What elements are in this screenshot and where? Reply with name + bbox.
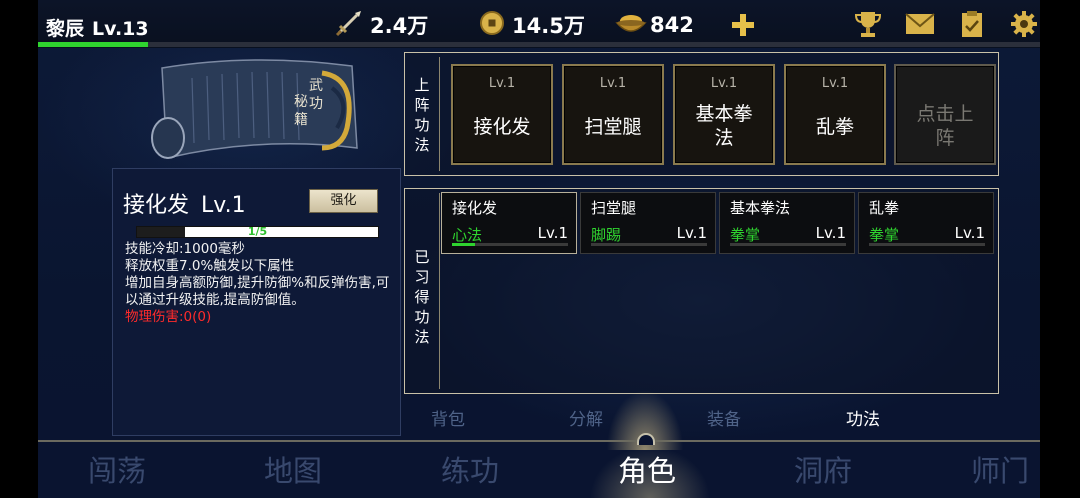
nav-character[interactable]: 角色	[618, 448, 676, 490]
learned-skill-card[interactable]: 乱拳 拳掌 Lv.1	[858, 192, 994, 254]
skill-progress-bar: 1/5	[136, 225, 379, 238]
skill-desc-line: 增加自身高额防御,提升防御%和反弹伤害,可以通过升级技能,提高防御值。	[125, 275, 390, 308]
player-level: Lv.13	[92, 18, 149, 40]
coins: 14.5万	[478, 10, 585, 40]
learned-section-label: 已习得功法	[414, 248, 430, 346]
learned-skill-card[interactable]: 扫堂腿 脚踢 Lv.1	[580, 192, 716, 254]
subtab-dismantle[interactable]: 分解	[569, 405, 603, 430]
exp-bar-fill	[38, 42, 149, 47]
coins-value: 14.5万	[512, 14, 585, 38]
skill-description: 技能冷却:1000毫秒 释放权重7.0%触发以下属性 增加自身高额防御,提升防御…	[125, 241, 395, 326]
attack-value: 2.4万	[370, 14, 429, 38]
skill-damage: 物理伤害:0(0)	[125, 309, 212, 325]
nav-cave[interactable]: 洞府	[794, 448, 852, 490]
skill-detail-name: 接化发	[123, 193, 190, 218]
attack-power: 2.4万	[334, 10, 428, 40]
learned-skill-name: 基本拳法	[730, 199, 791, 217]
nav-divider	[38, 440, 1040, 442]
slot-name: 扫堂腿	[584, 116, 642, 138]
slot-level: Lv.1	[710, 76, 738, 91]
learned-skill-type: 脚踢	[591, 226, 622, 244]
ingot-bowl-icon	[614, 9, 648, 41]
skill-detail-title: 接化发 Lv.1	[123, 187, 246, 219]
upgrade-button[interactable]: 强化	[309, 189, 378, 213]
equipped-section-label: 上阵功法	[414, 76, 430, 154]
learned-skill-type: 拳掌	[869, 226, 900, 244]
learned-skill-progress	[730, 243, 846, 246]
equipped-slot-1[interactable]: Lv.1 接化发	[451, 64, 553, 165]
learned-skill-type: 拳掌	[730, 226, 761, 244]
ingots: 842	[614, 10, 694, 40]
learned-skill-level: Lv.1	[537, 224, 568, 242]
scroll-title-3: 秘	[294, 94, 308, 110]
scroll-title-1: 武	[309, 78, 323, 94]
slot-level: Lv.1	[599, 76, 627, 91]
learned-skills-panel: 已习得功法 接化发 心法 Lv.1 扫堂腿 脚踢 Lv.1 基本拳法 拳掌 Lv…	[404, 188, 999, 394]
skill-progress-text: 1/5	[247, 225, 268, 238]
nav-training[interactable]: 练功	[441, 448, 499, 490]
nav-sect[interactable]: 师门	[971, 448, 1029, 490]
learned-skill-name: 扫堂腿	[591, 199, 637, 217]
skill-desc-line: 技能冷却:1000毫秒	[125, 241, 245, 257]
skill-desc-line: 释放权重7.0%触发以下属性	[125, 258, 295, 274]
nav-adventure[interactable]: 闯荡	[88, 448, 146, 490]
equipped-slot-3[interactable]: Lv.1 基本拳法	[673, 64, 775, 165]
player-info[interactable]: 黎辰 Lv.13	[46, 14, 149, 41]
right-letterbox	[1040, 0, 1080, 498]
exp-bar	[38, 42, 1040, 47]
nav-active-marker	[637, 433, 655, 445]
martial-scroll-art: 武 功 秘 籍	[142, 48, 378, 168]
scroll-title-2: 功	[309, 96, 323, 112]
coin-icon	[478, 9, 506, 41]
learned-skill-card[interactable]: 接化发 心法 Lv.1	[441, 192, 577, 254]
top-bar: 黎辰 Lv.13 2.4万 14.5万 842	[38, 0, 1040, 48]
subtab-skills[interactable]: 功法	[846, 405, 880, 430]
divider	[439, 193, 440, 389]
learned-skill-progress-fill	[452, 243, 476, 246]
slot-name: 基本拳法	[695, 103, 753, 149]
plus-icon[interactable]	[730, 12, 756, 42]
gear-icon[interactable]	[1008, 10, 1040, 38]
scroll-title-4: 籍	[294, 111, 308, 128]
subtab-equipment[interactable]: 装备	[707, 405, 741, 430]
mail-icon[interactable]	[904, 10, 936, 38]
equipped-slot-2[interactable]: Lv.1 扫堂腿	[562, 64, 664, 165]
player-name: 黎辰	[46, 18, 85, 40]
ingots-value: 842	[650, 13, 694, 37]
learned-skill-level: Lv.1	[815, 224, 846, 242]
learned-skill-level: Lv.1	[954, 224, 985, 242]
slot-name: 接化发	[473, 116, 531, 138]
learned-skill-name: 接化发	[452, 199, 498, 217]
nav-map[interactable]: 地图	[264, 448, 322, 490]
learned-skill-name: 乱拳	[869, 199, 900, 217]
equipped-slot-4[interactable]: Lv.1 乱拳	[784, 64, 886, 165]
equipped-slot-empty[interactable]: 点击上阵	[894, 64, 996, 165]
divider	[439, 57, 440, 171]
learned-skill-progress	[452, 243, 568, 246]
equipped-skills-panel: 上阵功法 Lv.1 接化发 Lv.1 扫堂腿 Lv.1 基本拳法 Lv.1 乱拳…	[404, 52, 999, 176]
trophy-icon[interactable]	[852, 10, 884, 38]
learned-skill-level: Lv.1	[676, 224, 707, 242]
subtab-bag[interactable]: 背包	[431, 405, 465, 430]
slot-name: 乱拳	[815, 116, 854, 138]
skill-detail-panel: 接化发 Lv.1 强化 1/5 技能冷却:1000毫秒 释放权重7.0%触发以下属…	[112, 168, 401, 436]
top-menu-icons	[852, 10, 1040, 38]
sword-icon	[334, 8, 364, 42]
skill-detail-level: Lv.1	[201, 193, 246, 218]
learned-skill-card[interactable]: 基本拳法 拳掌 Lv.1	[719, 192, 855, 254]
left-letterbox	[0, 0, 38, 498]
slot-level: Lv.1	[488, 76, 516, 91]
clipboard-icon[interactable]	[956, 10, 988, 38]
slot-level: Lv.1	[821, 76, 849, 91]
learned-skill-type: 心法	[452, 226, 483, 244]
learned-skill-progress	[869, 243, 985, 246]
learned-skill-progress	[591, 243, 707, 246]
click-to-equip-label: 点击上阵	[916, 103, 974, 149]
